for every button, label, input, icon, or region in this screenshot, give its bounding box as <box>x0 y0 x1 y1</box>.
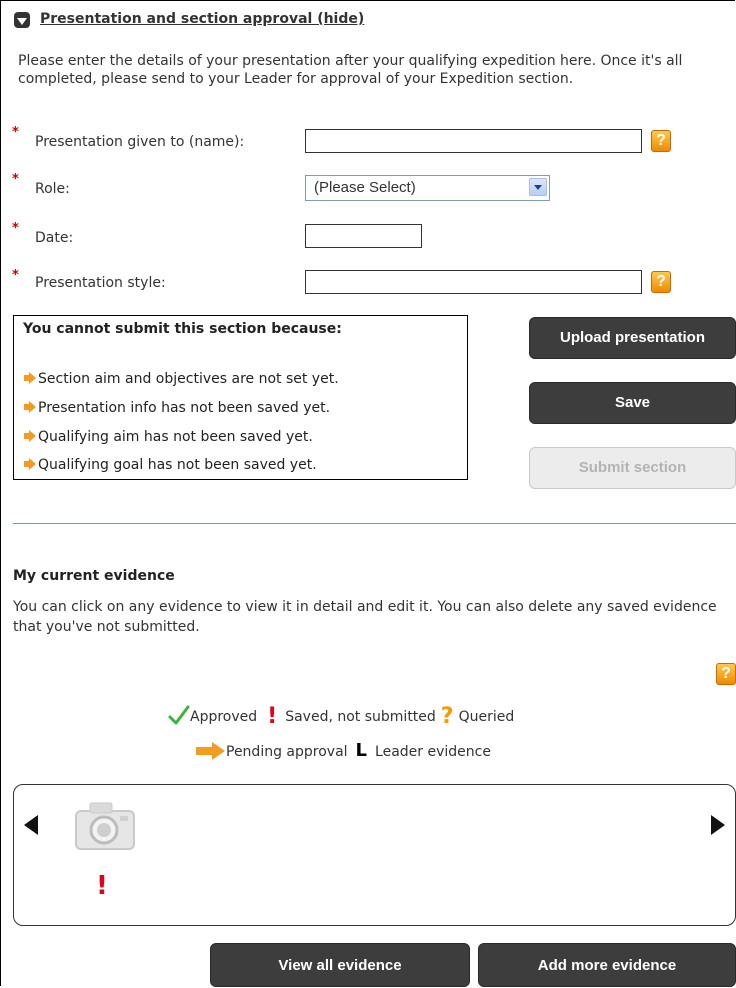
role-label: Role: <box>35 181 70 197</box>
help-icon[interactable]: ? <box>651 130 671 152</box>
camera-icon[interactable] <box>70 797 140 853</box>
leader-icon: L <box>355 740 368 761</box>
submit-section-button[interactable]: Submit section <box>529 447 736 489</box>
section-title-link[interactable]: Presentation and section approval (hide) <box>40 11 364 27</box>
add-more-evidence-button[interactable]: Add more evidence <box>478 943 736 987</box>
required-marker: * <box>12 268 19 283</box>
required-marker: * <box>12 125 19 140</box>
collapse-toggle-icon[interactable] <box>14 12 30 28</box>
required-marker: * <box>12 172 19 187</box>
help-icon[interactable]: ? <box>651 271 671 293</box>
carousel-prev-icon[interactable] <box>24 815 38 835</box>
saved-status-icon: ! <box>96 871 108 901</box>
question-mark-icon: ? <box>440 704 454 729</box>
role-select[interactable]: (Please Select) <box>305 175 550 201</box>
presentation-given-to-label: Presentation given to (name): <box>35 134 245 150</box>
reason-item: Presentation info has not been saved yet… <box>24 400 330 416</box>
evidence-title: My current evidence <box>13 568 175 584</box>
help-icon[interactable]: ? <box>716 663 736 685</box>
pending-arrow-icon <box>196 742 226 760</box>
carousel-next-icon[interactable] <box>711 815 725 835</box>
date-input[interactable] <box>305 224 422 248</box>
legend-queried: Queried <box>458 709 515 725</box>
evidence-carousel: ! <box>13 784 736 926</box>
legend-pending: Pending approval <box>226 744 348 760</box>
view-all-evidence-button[interactable]: View all evidence <box>210 943 470 987</box>
date-label: Date: <box>35 230 74 246</box>
presentation-style-input[interactable] <box>305 270 642 294</box>
legend-leader: Leader evidence <box>375 744 491 760</box>
arrow-right-icon <box>24 372 36 384</box>
legend-row-2: Pending approval L Leader evidence <box>196 740 491 761</box>
arrow-right-icon <box>24 458 36 470</box>
cannot-submit-box: You cannot submit this section because: … <box>13 315 468 480</box>
exclamation-icon: ! <box>267 704 278 729</box>
check-icon <box>168 705 190 725</box>
reason-item: Section aim and objectives are not set y… <box>24 371 339 387</box>
required-marker: * <box>12 221 19 236</box>
presentation-style-label: Presentation style: <box>35 275 166 291</box>
legend-row-1: Approved! Saved, not submitted? Queried <box>168 704 514 729</box>
cannot-submit-title: You cannot submit this section because: <box>23 321 342 337</box>
reason-item: Qualifying goal has not been saved yet. <box>24 457 317 473</box>
section-intro: Please enter the details of your present… <box>18 53 683 87</box>
arrow-right-icon <box>24 430 36 442</box>
role-select-value: (Please Select) <box>314 179 416 196</box>
arrow-right-icon <box>24 401 36 413</box>
save-button[interactable]: Save <box>529 382 736 424</box>
legend-saved: Saved, not submitted <box>285 709 436 725</box>
evidence-description: You can click on any evidence to view it… <box>13 599 717 635</box>
legend-approved: Approved <box>190 709 258 725</box>
section-divider <box>13 523 736 524</box>
reason-item: Qualifying aim has not been saved yet. <box>24 429 313 445</box>
upload-presentation-button[interactable]: Upload presentation <box>529 317 736 359</box>
chevron-down-icon[interactable] <box>529 178 547 196</box>
presentation-given-to-input[interactable] <box>305 129 642 153</box>
